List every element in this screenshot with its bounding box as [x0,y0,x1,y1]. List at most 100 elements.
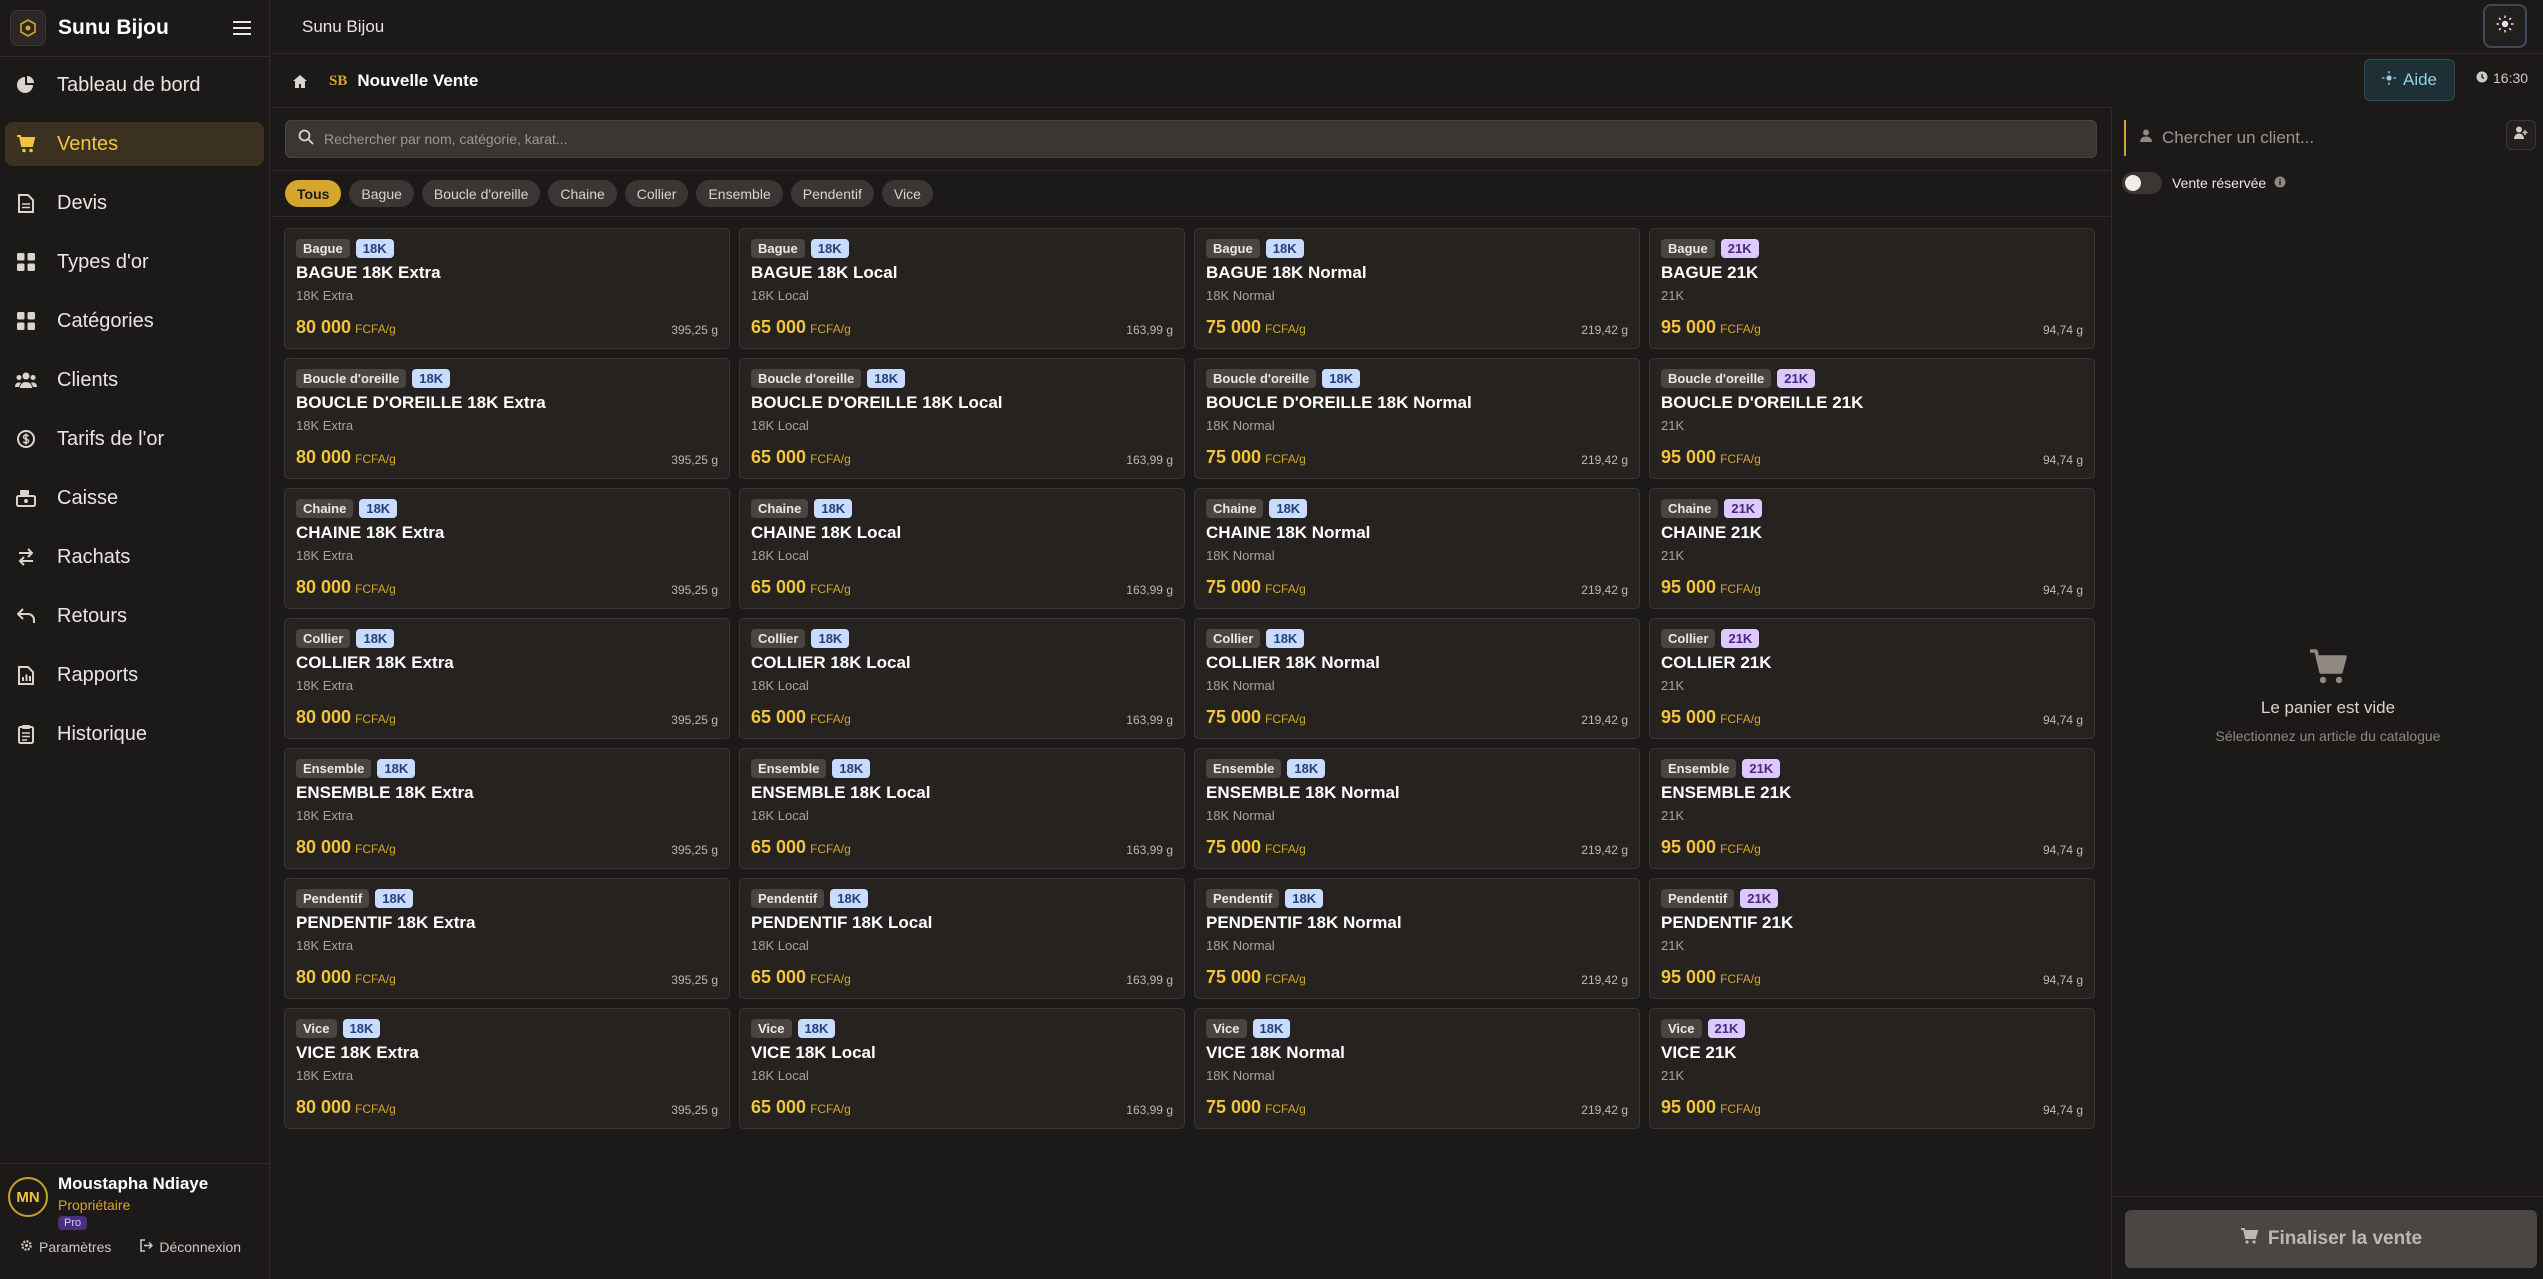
product-card[interactable]: Bague 18K BAGUE 18K Normal 18K Normal 75 000… [1194,228,1640,349]
product-card[interactable]: Vice 18K VICE 18K Local 18K Local 65 000 FCFA… [739,1008,1185,1129]
client-search[interactable] [2124,120,2516,156]
price-value: 65 000 [751,967,807,987]
sidebar-item-rachats[interactable]: Rachats [5,535,264,579]
avatar[interactable]: MN [8,1177,48,1217]
product-card[interactable]: Vice 18K VICE 18K Extra 18K Extra 80 000 FCFA… [284,1008,730,1129]
add-client-button[interactable] [2506,120,2536,150]
search-input[interactable] [324,131,2024,147]
filter-chip[interactable]: Vice [881,180,933,207]
price-value: 65 000 [751,317,807,337]
clock-icon [2476,70,2493,86]
product-search[interactable] [285,120,2097,158]
sidebar-item-rapports[interactable]: Rapports [5,653,264,697]
sidebar-item-ventes[interactable]: Ventes [5,122,264,166]
product-weight: 219,42 g [1581,583,1628,597]
karat-tag: 18K [356,629,395,648]
help-button[interactable]: Aide [2364,59,2455,101]
price-value: 95 000 [1661,967,1717,987]
product-card[interactable]: Boucle d'oreille 21K BOUCLE D'OREILLE 21K 2… [1649,358,2095,479]
sidebar-item-devis[interactable]: Devis [5,181,264,225]
product-card[interactable]: Chaine 18K CHAINE 18K Normal 18K Normal 75 0… [1194,488,1640,609]
product-gold-type: 21K [1661,938,1685,953]
sidebar-item-types-d-or[interactable]: Types d'or [5,240,264,284]
product-card[interactable]: Boucle d'oreille 18K BOUCLE D'OREILLE 18K … [739,358,1185,479]
product-price: 80 000 FCFA/g [296,317,396,338]
dollar-icon [15,428,37,450]
product-name: BAGUE 21K [1661,263,1759,282]
price-value: 65 000 [751,707,807,727]
product-card[interactable]: Boucle d'oreille 18K BOUCLE D'OREILLE 18K … [284,358,730,479]
settings-label: Paramètres [39,1239,112,1255]
clock-time: 16:30 [2493,70,2529,86]
filter-chip[interactable]: Bague [349,180,414,207]
sidebar-item-tarifs-de-l-or[interactable]: Tarifs de l'or [5,417,264,461]
home-icon[interactable] [289,70,311,92]
info-icon[interactable] [2274,175,2286,191]
sidebar-item-clients[interactable]: Clients [5,358,264,402]
product-card[interactable]: Pendentif 18K PENDENTIF 18K Local 18K Local… [739,878,1185,999]
product-name: BAGUE 18K Normal [1206,263,1367,282]
product-gold-type: 18K Extra [296,288,354,303]
product-name: BAGUE 18K Extra [296,263,441,282]
user-icon [2140,129,2152,147]
product-weight: 395,25 g [671,843,718,857]
product-card[interactable]: Ensemble 18K ENSEMBLE 18K Local 18K Local 65… [739,748,1185,869]
product-card[interactable]: Ensemble 21K ENSEMBLE 21K 21K 95 000 FCFA/g 94… [1649,748,2095,869]
product-card[interactable]: Ensemble 18K ENSEMBLE 18K Extra 18K Extra 80… [284,748,730,869]
product-card[interactable]: Collier 21K COLLIER 21K 21K 95 000 FCFA/g 94,7… [1649,618,2095,739]
filter-chip[interactable]: Boucle d'oreille [421,180,541,207]
product-name: COLLIER 18K Local [751,653,911,672]
karat-tag: 21K [1777,369,1816,388]
product-card[interactable]: Chaine 18K CHAINE 18K Extra 18K Extra 80 000… [284,488,730,609]
reserved-sale-toggle[interactable] [2122,172,2162,194]
product-weight: 94,74 g [2042,453,2083,467]
sidebar-item-tableau-de-bord[interactable]: Tableau de bord [5,63,264,107]
product-card[interactable]: Ensemble 18K ENSEMBLE 18K Normal 18K Normal… [1194,748,1640,869]
filter-chip[interactable]: Ensemble [696,180,783,207]
menu-toggle-icon[interactable] [225,11,259,45]
category-tag: Vice [1661,1019,1702,1038]
finalize-sale-button[interactable]: Finaliser la vente [2125,1210,2537,1268]
product-card[interactable]: Chaine 21K CHAINE 21K 21K 95 000 FCFA/g 94,74 … [1649,488,2095,609]
price-unit: FCFA/g [1720,1102,1761,1116]
product-card[interactable]: Pendentif 18K PENDENTIF 18K Extra 18K Extra… [284,878,730,999]
price-value: 95 000 [1661,577,1717,597]
filter-chip[interactable]: Tous [285,180,342,207]
product-card[interactable]: Collier 18K COLLIER 18K Extra 18K Extra 80 0… [284,618,730,739]
product-card[interactable]: Vice 18K VICE 18K Normal 18K Normal 75 000 FC… [1194,1008,1640,1129]
product-gold-type: 18K Local [751,678,809,693]
sidebar-item-categories[interactable]: Catégories [5,299,264,343]
product-gold-type: 21K [1661,288,1685,303]
product-name: ENSEMBLE 21K [1661,783,1792,802]
product-card[interactable]: Bague 21K BAGUE 21K 21K 95 000 FCFA/g 94,74 g [1649,228,2095,349]
sidebar-item-label: Historique [57,722,148,745]
price-value: 95 000 [1661,317,1717,337]
theme-toggle-button[interactable] [2483,4,2527,48]
product-card[interactable]: Pendentif 18K PENDENTIF 18K Normal 18K Norm… [1194,878,1640,999]
product-card[interactable]: Collier 18K COLLIER 18K Local 18K Local 65 0… [739,618,1185,739]
sidebar-item-caisse[interactable]: Caisse [5,476,264,520]
logout-button[interactable]: Déconnexion [139,1239,241,1255]
product-card[interactable]: Chaine 18K CHAINE 18K Local 18K Local 65 000… [739,488,1185,609]
product-card[interactable]: Vice 21K VICE 21K 21K 95 000 FCFA/g 94,74 g [1649,1008,2095,1129]
product-card[interactable]: Boucle d'oreille 18K BOUCLE D'OREILLE 18K … [1194,358,1640,479]
filter-chip[interactable]: Pendentif [790,180,874,207]
product-card[interactable]: Bague 18K BAGUE 18K Extra 18K Extra 80 000 FC… [284,228,730,349]
category-tag: Chaine [296,499,354,518]
product-price: 75 000 FCFA/g [1206,447,1306,468]
product-card[interactable]: Bague 18K BAGUE 18K Local 18K Local 65 000 FC… [739,228,1185,349]
cart-icon [15,133,37,155]
price-unit: FCFA/g [1720,582,1761,596]
client-search-input[interactable] [2162,128,2492,148]
product-price: 95 000 FCFA/g [1661,447,1761,468]
product-card[interactable]: Collier 18K COLLIER 18K Normal 18K Normal 75… [1194,618,1640,739]
sidebar-item-historique[interactable]: Historique [5,712,264,756]
settings-button[interactable]: Paramètres [20,1239,111,1255]
sidebar-item-retours[interactable]: Retours [5,594,264,638]
product-card[interactable]: Pendentif 21K PENDENTIF 21K 21K 95 000 FCFA/g… [1649,878,2095,999]
category-tag: Bague [751,239,805,258]
filter-chip[interactable]: Collier [624,180,689,207]
category-tag: Collier [1661,629,1716,648]
product-gold-type: 21K [1661,418,1685,433]
filter-chip[interactable]: Chaine [548,180,617,207]
